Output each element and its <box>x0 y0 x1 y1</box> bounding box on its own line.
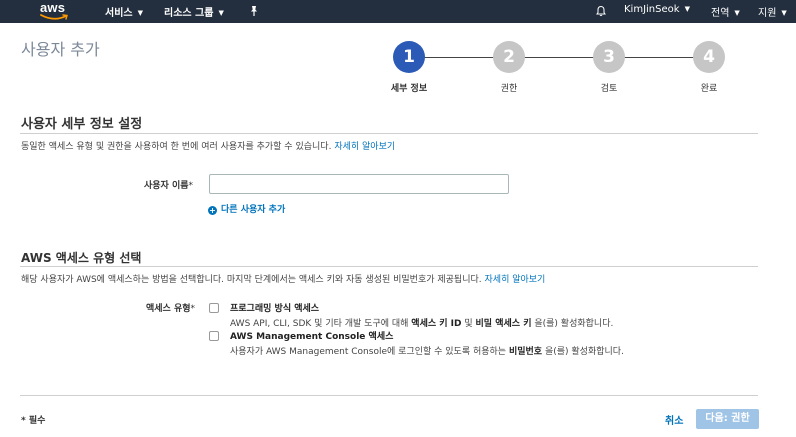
username-label: 사용자 이름* <box>144 178 193 191</box>
description-text: 을(를) 활성화합니다. <box>531 319 614 329</box>
step-3-circle: 3 <box>593 41 625 73</box>
username-label-text: 사용자 이름 <box>144 181 189 191</box>
pin-icon[interactable] <box>248 5 260 17</box>
chevron-down-icon: ▼ <box>684 5 690 13</box>
access-type-label: 액세스 유형* <box>146 301 195 314</box>
programmatic-access-title: 프로그래밍 방식 액세스 <box>230 304 320 314</box>
access-type-title: AWS 액세스 유형 선택 <box>21 251 142 265</box>
aws-logo[interactable]: aws <box>40 0 72 22</box>
access-type-description: 해당 사용자가 AWS에 액세스하는 방법을 선택합니다. 마지막 단계에서는 … <box>21 272 545 285</box>
access-type-label-text: 액세스 유형 <box>146 304 191 314</box>
resource-groups-menu-label: 리소스 그룹 <box>164 8 214 19</box>
section-divider <box>20 266 758 267</box>
footer-divider <box>20 395 758 396</box>
console-access-checkbox[interactable] <box>209 331 219 341</box>
step-3-label: 검토 <box>600 84 618 94</box>
add-another-user-label: 다른 사용자 추가 <box>221 205 286 215</box>
chevron-down-icon: ▼ <box>781 9 787 17</box>
resource-groups-menu[interactable]: 리소스 그룹 ▼ <box>164 4 224 19</box>
step-2-circle: 2 <box>493 41 525 73</box>
user-details-title: 사용자 세부 정보 설정 <box>21 117 143 132</box>
step-1-circle: 1 <box>393 41 425 73</box>
account-menu[interactable]: KimJinSeok ▼ <box>624 4 690 15</box>
page-title: 사용자 추가 <box>21 40 100 59</box>
user-details-description-text: 동일한 액세스 유형 및 권한을 사용하여 한 번에 여러 사용자를 추가할 수… <box>21 142 332 152</box>
description-emphasis: 비밀번호 <box>508 347 543 357</box>
chevron-down-icon: ▼ <box>137 9 143 17</box>
section-divider <box>20 133 758 134</box>
description-emphasis: 비밀 액세스 키 <box>475 319 532 329</box>
plus-circle-icon: + <box>208 206 217 215</box>
aws-smile-icon <box>40 14 68 20</box>
user-details-description: 동일한 액세스 유형 및 권한을 사용하여 한 번에 여러 사용자를 추가할 수… <box>21 139 395 152</box>
chevron-down-icon: ▼ <box>218 9 224 17</box>
console-access-title: AWS Management Console 액세스 <box>230 332 394 342</box>
description-text: 사용자가 AWS Management Console에 로그인할 수 있도록 … <box>230 347 509 357</box>
cancel-button[interactable]: 취소 <box>665 412 683 427</box>
chevron-down-icon: ▼ <box>734 9 740 17</box>
account-menu-label: KimJinSeok <box>624 4 680 15</box>
bell-icon[interactable] <box>595 5 607 17</box>
required-mark: * <box>190 304 196 314</box>
access-type-description-text: 해당 사용자가 AWS에 액세스하는 방법을 선택합니다. 마지막 단계에서는 … <box>21 275 482 285</box>
step-1-label: 세부 정보 <box>390 84 428 94</box>
region-menu[interactable]: 전역 ▼ <box>711 4 740 19</box>
support-menu-label: 지원 <box>758 8 777 19</box>
add-another-user-link[interactable]: + 다른 사용자 추가 <box>208 202 285 215</box>
region-menu-label: 전역 <box>711 8 730 19</box>
description-emphasis: 액세스 키 ID <box>411 319 462 329</box>
learn-more-link[interactable]: 자세히 알아보기 <box>485 275 546 285</box>
programmatic-access-checkbox[interactable] <box>209 303 219 313</box>
description-text: 및 <box>461 319 476 329</box>
stepper-connector-line <box>410 57 710 58</box>
required-mark: * <box>188 181 194 191</box>
support-menu[interactable]: 지원 ▼ <box>758 4 787 19</box>
console-access-description: 사용자가 AWS Management Console에 로그인할 수 있도록 … <box>230 344 624 357</box>
step-4-label: 완료 <box>700 84 718 94</box>
programmatic-access-description: AWS API, CLI, SDK 및 기타 개발 도구에 대해 액세스 키 I… <box>230 316 613 329</box>
next-permissions-button[interactable]: 다음: 권한 <box>696 409 759 429</box>
description-text: AWS API, CLI, SDK 및 기타 개발 도구에 대해 <box>230 319 412 329</box>
services-menu[interactable]: 서비스 ▼ <box>105 4 143 19</box>
top-navigation-bar: aws 서비스 ▼ 리소스 그룹 ▼ KimJinSeok ▼ 전역 ▼ 지원 ▼ <box>0 0 796 23</box>
username-input[interactable] <box>209 174 509 194</box>
step-4-circle: 4 <box>693 41 725 73</box>
required-note: * 필수 <box>21 416 46 426</box>
learn-more-link[interactable]: 자세히 알아보기 <box>334 142 395 152</box>
description-text: 을(를) 활성화합니다. <box>542 347 624 357</box>
step-2-label: 권한 <box>500 84 518 94</box>
services-menu-label: 서비스 <box>105 8 133 19</box>
